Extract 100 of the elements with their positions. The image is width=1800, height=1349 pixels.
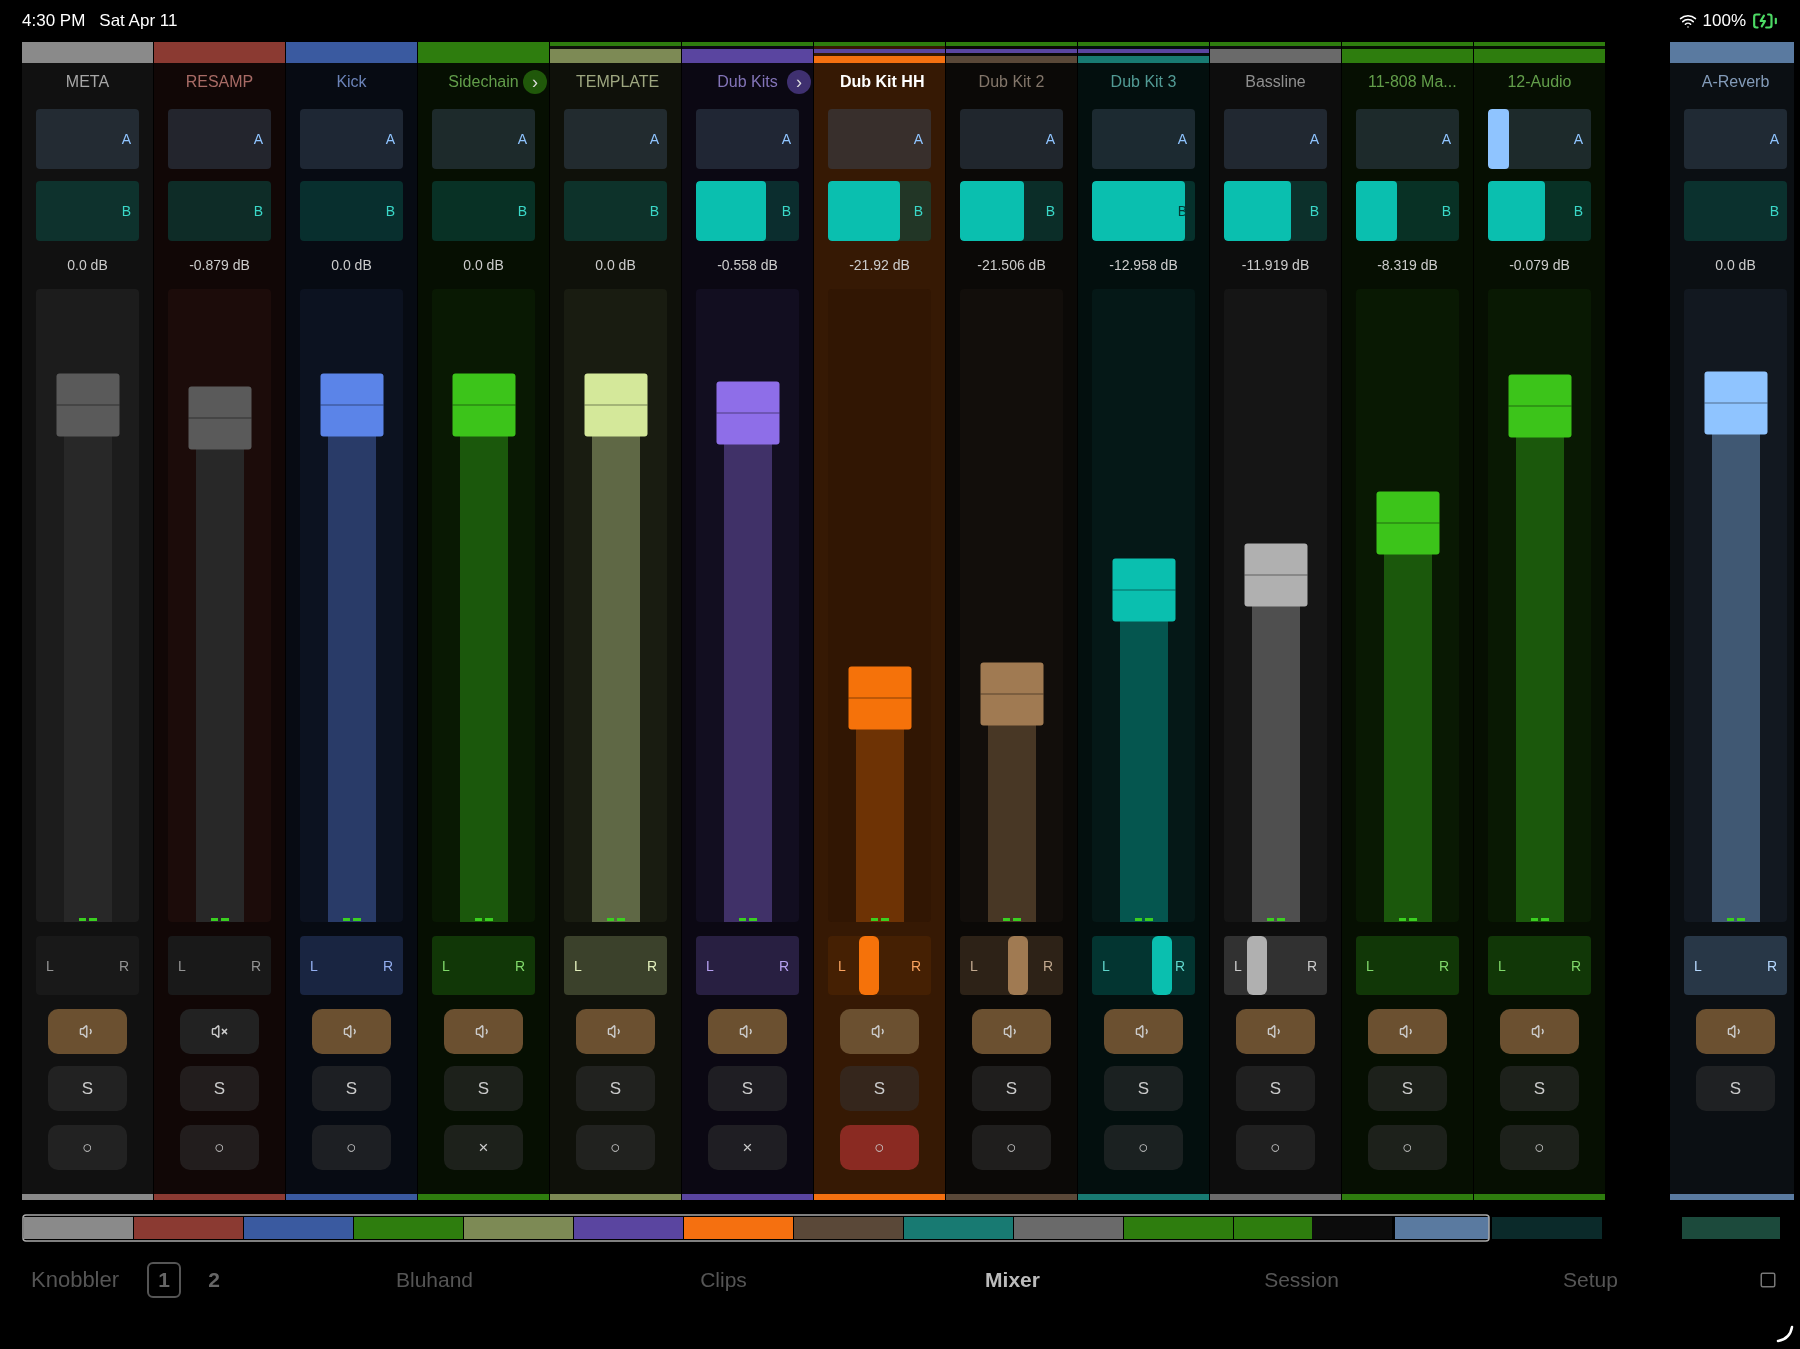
mute-button[interactable] — [1696, 1009, 1775, 1054]
send-b-control[interactable]: B — [1356, 181, 1459, 241]
fader-handle[interactable] — [320, 373, 383, 437]
solo-button[interactable]: S — [1236, 1066, 1315, 1111]
mute-button[interactable] — [1368, 1009, 1447, 1054]
solo-button[interactable]: S — [1368, 1066, 1447, 1111]
solo-button[interactable]: S — [576, 1066, 655, 1111]
fader-track[interactable] — [960, 289, 1063, 922]
arm-button[interactable]: ○ — [576, 1125, 655, 1170]
send-b-control[interactable]: B — [168, 181, 271, 241]
pan-handle[interactable] — [1246, 936, 1267, 995]
pan-control[interactable]: L R — [300, 936, 403, 995]
fader-handle[interactable] — [1508, 374, 1571, 438]
send-b-control[interactable]: B — [1488, 181, 1591, 241]
arm-button[interactable]: ○ — [1104, 1125, 1183, 1170]
fader-track[interactable] — [1224, 289, 1327, 922]
send-b-control[interactable]: B — [564, 181, 667, 241]
mute-button[interactable] — [840, 1009, 919, 1054]
fader-track[interactable] — [564, 289, 667, 922]
send-a-control[interactable]: A — [696, 109, 799, 169]
arm-button[interactable]: × — [444, 1125, 523, 1170]
channel-overview-drawing[interactable] — [22, 1214, 1782, 1243]
fader-track[interactable] — [168, 289, 271, 922]
send-b-control[interactable]: B — [1684, 181, 1787, 241]
mute-button[interactable] — [576, 1009, 655, 1054]
mute-button[interactable] — [708, 1009, 787, 1054]
fader-track[interactable] — [1488, 289, 1591, 922]
fader-handle[interactable] — [1244, 543, 1307, 607]
pan-control[interactable]: L R — [432, 936, 535, 995]
fader-handle[interactable] — [848, 666, 911, 730]
channel-name[interactable]: META — [48, 73, 127, 91]
solo-button[interactable]: S — [444, 1066, 523, 1111]
send-b-control[interactable]: B — [36, 181, 139, 241]
send-b-control[interactable]: B — [960, 181, 1063, 241]
group-toggle[interactable]: › — [523, 70, 547, 94]
pan-control[interactable]: L R — [1684, 936, 1787, 995]
page-button[interactable]: 2 — [197, 1262, 232, 1298]
send-b-control[interactable]: B — [300, 181, 403, 241]
pan-control[interactable]: L R — [36, 936, 139, 995]
send-b-control[interactable]: B — [828, 181, 931, 241]
solo-button[interactable]: S — [840, 1066, 919, 1111]
fader-handle[interactable] — [188, 386, 251, 449]
fader-handle[interactable] — [980, 662, 1043, 726]
fader-handle[interactable] — [1376, 491, 1439, 555]
send-b-control[interactable]: B — [432, 181, 535, 241]
channel-name[interactable]: 12-Audio — [1500, 73, 1579, 91]
solo-button[interactable]: S — [1696, 1066, 1775, 1111]
mute-button[interactable] — [312, 1009, 391, 1054]
group-toggle[interactable]: › — [787, 70, 811, 94]
pan-control[interactable]: L R — [168, 936, 271, 995]
fader-handle[interactable] — [1704, 371, 1767, 435]
channel-name[interactable]: Dub Kit 3 — [1104, 73, 1183, 91]
solo-button[interactable]: S — [48, 1066, 127, 1111]
send-b-control[interactable]: B — [696, 181, 799, 241]
fader-track[interactable] — [696, 289, 799, 922]
send-a-control[interactable]: A — [1356, 109, 1459, 169]
channel-name[interactable]: Dub Kits — [708, 73, 787, 91]
arm-button[interactable]: ○ — [180, 1125, 259, 1170]
send-a-control[interactable]: A — [168, 109, 271, 169]
arm-button[interactable]: ○ — [840, 1125, 919, 1170]
mute-button[interactable] — [444, 1009, 523, 1054]
send-a-control[interactable]: A — [1224, 109, 1327, 169]
solo-button[interactable]: S — [972, 1066, 1051, 1111]
send-a-control[interactable]: A — [828, 109, 931, 169]
arm-button[interactable]: ○ — [48, 1125, 127, 1170]
mute-button[interactable] — [180, 1009, 259, 1054]
fader-handle[interactable] — [1112, 558, 1175, 622]
solo-button[interactable]: S — [1104, 1066, 1183, 1111]
channel-name[interactable]: Sidechain — [444, 73, 523, 91]
mute-button[interactable] — [1104, 1009, 1183, 1054]
send-a-control[interactable]: A — [1684, 109, 1787, 169]
channel-name[interactable]: Bassline — [1236, 73, 1315, 91]
fader-handle[interactable] — [452, 373, 515, 437]
pan-control[interactable]: L R — [960, 936, 1063, 995]
pan-control[interactable]: L R — [1092, 936, 1195, 995]
arm-button[interactable]: ○ — [972, 1125, 1051, 1170]
arm-button[interactable]: ○ — [1236, 1125, 1315, 1170]
fader-track[interactable] — [300, 289, 403, 922]
page-button[interactable]: 1 — [147, 1262, 182, 1298]
fader-track[interactable] — [432, 289, 535, 922]
pan-control[interactable]: L R — [564, 936, 667, 995]
pan-control[interactable]: L R — [828, 936, 931, 995]
nav-tab[interactable]: Mixer — [868, 1268, 1157, 1292]
mute-button[interactable] — [1236, 1009, 1315, 1054]
fader-handle[interactable] — [584, 373, 647, 437]
solo-button[interactable]: S — [180, 1066, 259, 1111]
solo-button[interactable]: S — [1500, 1066, 1579, 1111]
pan-control[interactable]: L R — [1488, 936, 1591, 995]
pan-control[interactable]: L R — [1356, 936, 1459, 995]
page-icon[interactable] — [1759, 1271, 1777, 1289]
channel-name[interactable]: TEMPLATE — [576, 73, 660, 91]
channel-name[interactable]: A-Reverb — [1696, 73, 1775, 91]
fader-handle[interactable] — [716, 381, 779, 445]
send-a-control[interactable]: A — [960, 109, 1063, 169]
fader-track[interactable] — [1684, 289, 1787, 922]
fader-track[interactable] — [1356, 289, 1459, 922]
channel-name[interactable]: Dub Kit 2 — [972, 73, 1051, 91]
mute-button[interactable] — [972, 1009, 1051, 1054]
pan-handle[interactable] — [1007, 936, 1028, 995]
pan-control[interactable]: L R — [1224, 936, 1327, 995]
